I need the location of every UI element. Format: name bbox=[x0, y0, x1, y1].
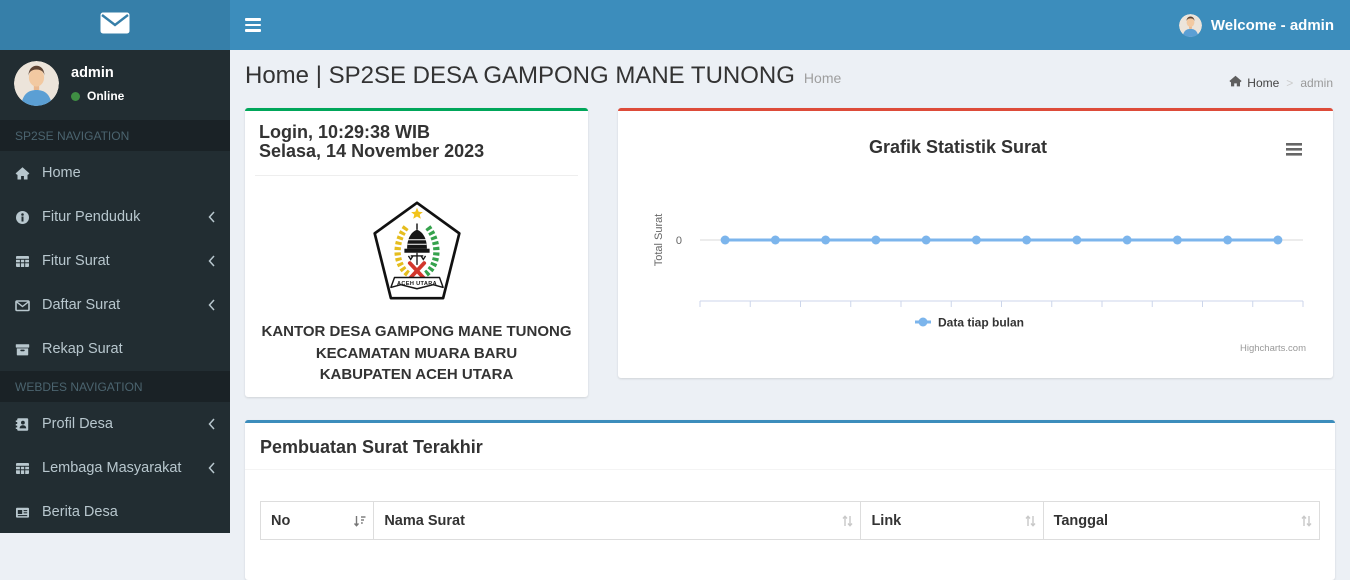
chevron-left-icon bbox=[208, 211, 215, 223]
chart-title: Grafik Statistik Surat bbox=[869, 137, 1047, 157]
sidebar-user-panel: admin Online bbox=[0, 50, 230, 120]
menu-section-sp2se: SP2SE NAVIGATION bbox=[0, 120, 230, 151]
sidebar-item-label: Profil Desa bbox=[42, 416, 113, 432]
office-line-2: KECAMATAN MUARA BARU bbox=[315, 344, 518, 362]
info-circle-icon bbox=[15, 210, 42, 225]
sort-both-icon bbox=[1025, 514, 1036, 527]
data-series bbox=[720, 235, 1283, 245]
address-book-icon bbox=[15, 417, 42, 432]
page-subtitle: Home bbox=[803, 70, 842, 86]
sidebar-toggle-button[interactable] bbox=[230, 0, 276, 50]
login-date: Selasa, 14 November 2023 bbox=[259, 141, 485, 161]
table-box-title: Pembuatan Surat Terakhir bbox=[245, 423, 1335, 470]
breadcrumb-separator: > bbox=[1286, 75, 1294, 90]
user-status-label: Online bbox=[87, 89, 125, 103]
sidebar-item-label: Berita Desa bbox=[42, 504, 118, 520]
navbar-user-menu[interactable]: Welcome - admin bbox=[1163, 0, 1350, 50]
top-navbar: Welcome - admin bbox=[230, 0, 1350, 50]
legend-item[interactable]: Data tiap bulan bbox=[915, 316, 1024, 330]
envelope-icon bbox=[100, 12, 130, 39]
user-avatar bbox=[14, 61, 59, 106]
sidebar-item-label: Fitur Surat bbox=[42, 253, 110, 269]
sidebar-item-fitur-penduduk[interactable]: Fitur Penduduk bbox=[0, 195, 230, 239]
divider bbox=[255, 175, 578, 176]
table-icon bbox=[15, 254, 42, 269]
sidebar-item-label: Home bbox=[42, 165, 81, 181]
sidebar-item-rekap-surat[interactable]: Rekap Surat bbox=[0, 327, 230, 371]
legend-label: Data tiap bulan bbox=[938, 316, 1024, 330]
page-title: Home | SP2SE DESA GAMPONG MANE TUNONG Ho… bbox=[245, 62, 842, 89]
breadcrumb-current: admin bbox=[1300, 75, 1333, 90]
sidebar-item-label: Rekap Surat bbox=[42, 341, 123, 357]
recent-letters-table: No Nama Surat Link Tanggal bbox=[259, 501, 1321, 540]
sidebar-item-daftar-surat[interactable]: Daftar Surat bbox=[0, 283, 230, 327]
breadcrumb: Home > admin bbox=[1229, 75, 1333, 90]
y-axis-label: Total Surat bbox=[653, 214, 665, 267]
highcharts-credit[interactable]: Highcharts.com bbox=[1240, 343, 1306, 354]
sidebar-item-label: Fitur Penduduk bbox=[42, 209, 141, 225]
column-header-tanggal[interactable]: Tanggal bbox=[1042, 501, 1321, 540]
sort-both-icon bbox=[842, 514, 853, 527]
recent-letters-box: Pembuatan Surat Terakhir No Nama Surat L… bbox=[245, 420, 1335, 580]
sidebar-item-label: Daftar Surat bbox=[42, 297, 121, 313]
envelope-icon bbox=[15, 298, 42, 313]
sidebar: admin Online SP2SE NAVIGATION Home Fitur… bbox=[0, 50, 230, 533]
y-axis-tick-zero: 0 bbox=[676, 235, 682, 247]
legend-marker-dot bbox=[918, 317, 928, 327]
brand-logo-area[interactable] bbox=[0, 0, 230, 50]
sidebar-item-profil-desa[interactable]: Profil Desa bbox=[0, 402, 230, 446]
surat-chart: Grafik Statistik Surat Total Surat 0 Dat… bbox=[653, 137, 1306, 354]
sidebar-item-fitur-surat[interactable]: Fitur Surat bbox=[0, 239, 230, 283]
chart-box: Grafik Statistik Surat Total Surat 0 Dat… bbox=[618, 108, 1333, 378]
sidebar-item-home[interactable]: Home bbox=[0, 151, 230, 195]
breadcrumb-home-link[interactable]: Home bbox=[1229, 75, 1279, 90]
user-status-link[interactable]: Online bbox=[71, 89, 124, 103]
online-dot-icon bbox=[71, 91, 80, 101]
newspaper-icon bbox=[15, 505, 42, 520]
user-name: admin bbox=[71, 65, 114, 81]
column-header-link[interactable]: Link bbox=[860, 501, 1044, 540]
office-line-3: KABUPATEN ACEH UTARA bbox=[319, 366, 514, 383]
home-icon bbox=[1229, 75, 1242, 90]
chevron-left-icon bbox=[208, 418, 215, 430]
user-avatar bbox=[1178, 13, 1202, 37]
table-header-row: No Nama Surat Link Tanggal bbox=[259, 501, 1321, 540]
column-header-nama-surat[interactable]: Nama Surat bbox=[373, 501, 862, 540]
office-line-1: KANTOR DESA GAMPONG MANE TUNONG bbox=[261, 323, 572, 340]
x-axis-ticks bbox=[699, 301, 1304, 307]
chevron-left-icon bbox=[208, 255, 215, 267]
sidebar-item-berita-desa[interactable]: Berita Desa bbox=[0, 490, 230, 534]
hamburger-icon bbox=[1286, 143, 1302, 156]
main-content: Home | SP2SE DESA GAMPONG MANE TUNONG Ho… bbox=[230, 50, 1350, 580]
chevron-left-icon bbox=[208, 299, 215, 311]
sort-asc-active-icon bbox=[353, 514, 366, 527]
table-icon bbox=[15, 461, 42, 476]
login-info-box: Login, 10:29:38 WIB Selasa, 14 November … bbox=[245, 108, 588, 397]
home-icon bbox=[15, 166, 42, 181]
welcome-text: Welcome - admin bbox=[1210, 16, 1334, 34]
sidebar-menu: SP2SE NAVIGATION Home Fitur Penduduk Fit… bbox=[0, 120, 230, 534]
chart-export-menu-button[interactable] bbox=[1286, 143, 1302, 156]
login-time: Login, 10:29:38 WIB bbox=[259, 122, 431, 142]
aceh-utara-emblem: ACEH UTARA bbox=[245, 200, 588, 306]
column-header-no[interactable]: No bbox=[259, 501, 375, 540]
sort-both-icon bbox=[1301, 514, 1312, 527]
chevron-left-icon bbox=[208, 462, 215, 474]
menu-section-webdes: WEBDES NAVIGATION bbox=[0, 371, 230, 402]
sidebar-item-label: Lembaga Masyarakat bbox=[42, 460, 182, 476]
emblem-banner-text: ACEH UTARA bbox=[397, 281, 437, 287]
sidebar-item-lembaga-masyarakat[interactable]: Lembaga Masyarakat bbox=[0, 446, 230, 490]
archive-icon bbox=[15, 342, 42, 357]
